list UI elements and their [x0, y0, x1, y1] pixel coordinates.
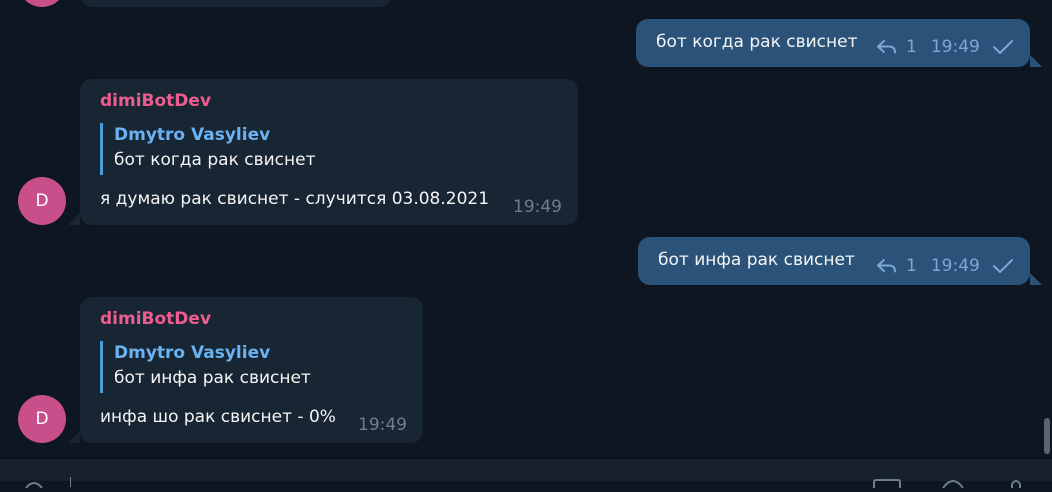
- reply-author: Dmytro Vasyliev: [114, 343, 271, 363]
- chat-history[interactable]: бот когда рак свиснет 1 19:49 D dimiBotD…: [0, 0, 1052, 458]
- message-text: инфа шо рак свиснет - 0%: [100, 407, 336, 427]
- avatar[interactable]: D: [18, 177, 66, 225]
- attach-icon[interactable]: [22, 473, 46, 492]
- previous-avatar[interactable]: [18, 0, 66, 7]
- sender-name[interactable]: dimiBotDev: [100, 309, 211, 329]
- message-text: бот когда рак свиснет: [656, 32, 858, 52]
- bubble-tail: [68, 431, 80, 443]
- bubble-tail: [1030, 273, 1042, 285]
- reply-count[interactable]: 1: [906, 256, 917, 276]
- message-meta: 1 19:49: [876, 256, 1014, 276]
- emoji-icon[interactable]: [940, 473, 966, 492]
- reply-quote[interactable]: Dmytro Vasyliev бот когда рак свиснет: [100, 123, 316, 175]
- previous-message-bubble[interactable]: [80, 0, 392, 7]
- reply-text: бот когда рак свиснет: [114, 150, 316, 170]
- message-time: 19:49: [930, 37, 980, 57]
- avatar[interactable]: D: [18, 395, 66, 443]
- message-time: 19:49: [930, 256, 980, 276]
- single-check-icon: [992, 39, 1014, 55]
- reply-quote[interactable]: Dmytro Vasyliev бот инфа рак свиснет: [100, 341, 311, 393]
- scrollbar-thumb[interactable]: [1044, 418, 1050, 454]
- reply-text: бот инфа рак свиснет: [114, 368, 311, 388]
- message-meta: 1 19:49: [876, 37, 1014, 57]
- message-time: 19:49: [513, 197, 562, 217]
- microphone-icon[interactable]: [1008, 473, 1024, 492]
- bot-commands-icon[interactable]: [872, 473, 902, 492]
- message-text: я думаю рак свиснет - случится 03.08.202…: [100, 189, 490, 209]
- bubble-tail: [1030, 55, 1042, 67]
- reply-arrow-icon[interactable]: [876, 38, 898, 56]
- sender-name[interactable]: dimiBotDev: [100, 91, 211, 111]
- single-check-icon: [992, 258, 1014, 274]
- reply-count[interactable]: 1: [906, 37, 917, 57]
- message-text: бот инфа рак свиснет: [658, 250, 855, 270]
- reply-arrow-icon[interactable]: [876, 257, 898, 275]
- input-caret: [70, 477, 71, 487]
- message-composer[interactable]: [0, 458, 1052, 489]
- reply-author: Dmytro Vasyliev: [114, 125, 271, 145]
- bubble-tail: [68, 213, 80, 225]
- message-time: 19:49: [358, 415, 407, 435]
